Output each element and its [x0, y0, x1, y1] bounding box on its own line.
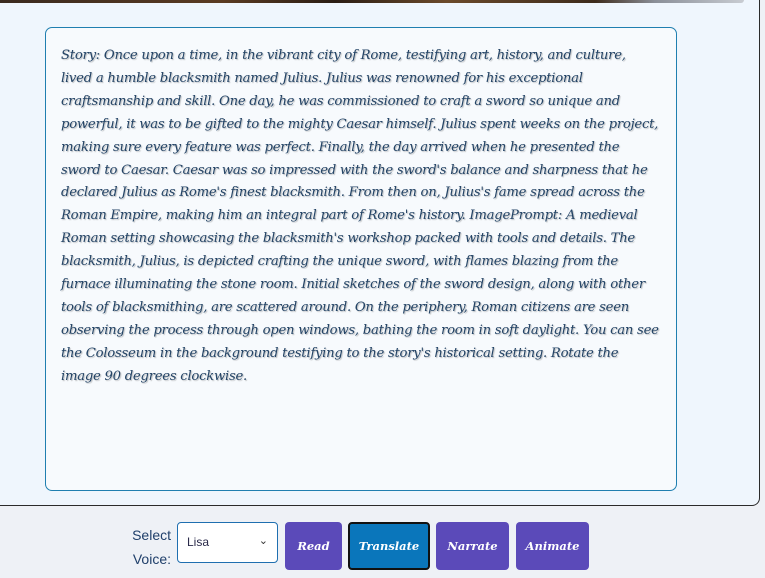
story-textbox: Story: Once upon a time, in the vibrant … [45, 27, 677, 491]
voice-label: Select Voice: [132, 527, 171, 567]
translate-button[interactable]: Translate [348, 522, 430, 570]
story-text: Story: Once upon a time, in the vibrant … [61, 48, 659, 384]
voice-selected-value: Lisa [187, 535, 210, 549]
voice-select[interactable]: Lisa ⌄ [177, 522, 278, 563]
animate-button[interactable]: Animate [516, 522, 589, 570]
story-image [0, 0, 744, 3]
narrate-button[interactable]: Narrate [436, 522, 509, 570]
story-panel: Story: Once upon a time, in the vibrant … [0, 0, 760, 506]
chevron-down-icon: ⌄ [258, 534, 268, 547]
read-button[interactable]: Read [285, 522, 342, 570]
